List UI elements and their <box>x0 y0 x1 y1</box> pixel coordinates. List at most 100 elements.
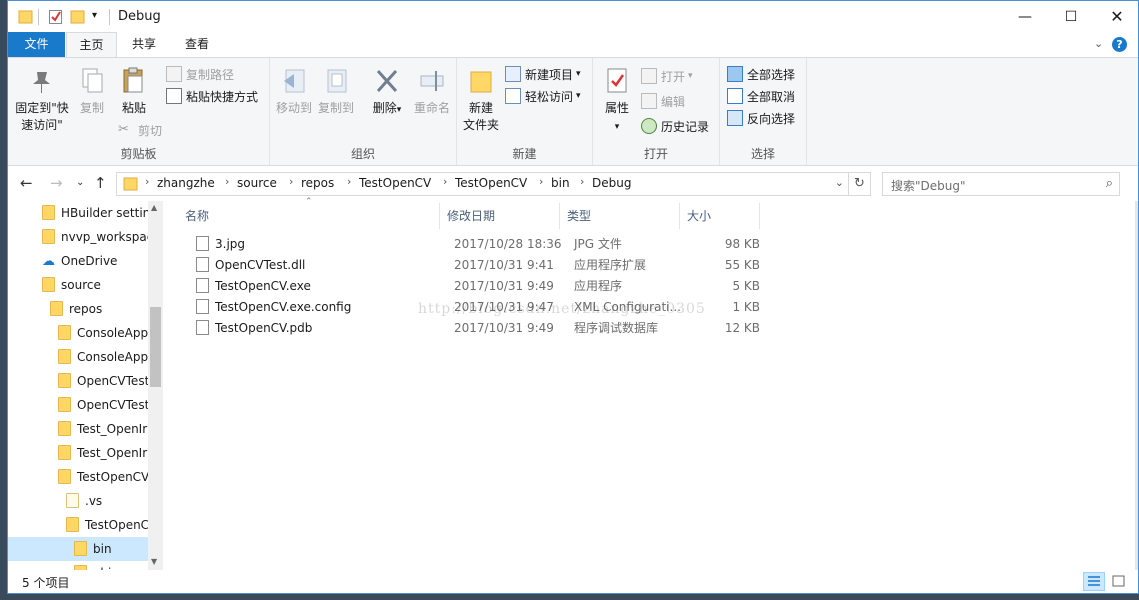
select-none-button[interactable]: 全部取消 <box>727 86 795 106</box>
table-row[interactable]: TestOpenCV.pdb 2017/10/31 9:49 程序调试数据库 12 K… <box>186 318 760 339</box>
address-dropdown-icon[interactable]: ⌄ <box>835 176 844 189</box>
new-item-button[interactable]: 新建项目 ▾ <box>505 64 581 84</box>
search-input[interactable]: 搜索"Debug" ⌕ <box>882 172 1120 196</box>
file-type-cell: 应用程序扩展 <box>574 258 647 272</box>
scroll-up-icon[interactable]: ▲ <box>151 203 157 212</box>
tab-view[interactable]: 查看 <box>174 32 220 57</box>
tree-item[interactable]: ☁ OneDrive <box>8 249 148 273</box>
select-all-button[interactable]: 全部选择 <box>727 64 795 84</box>
tree-item[interactable]: Test_OpenIr <box>8 441 148 465</box>
open-group-label: 打开 <box>643 147 668 161</box>
minimize-button[interactable]: — <box>1002 1 1048 32</box>
details-view-button[interactable] <box>1083 572 1105 591</box>
rename-button[interactable]: 重命名 <box>410 66 454 117</box>
file-name: OpenCVTest.dll <box>215 258 306 272</box>
tree-item[interactable]: TestOpenCV <box>8 465 148 489</box>
breadcrumb-item[interactable]: TestOpenCV <box>359 176 431 190</box>
paste-shortcut-button[interactable]: 粘贴快捷方式 <box>166 86 258 106</box>
large-icons-view-button[interactable] <box>1108 572 1130 591</box>
history-icon <box>641 118 657 134</box>
address-bar[interactable]: › zhangzhe › source › repos › TestOpenCV… <box>116 172 849 196</box>
copy-path-button[interactable]: 复制路径 <box>166 64 234 84</box>
paste-button[interactable]: 粘贴 <box>114 66 154 117</box>
open-button[interactable]: 打开 ▾ <box>641 66 693 86</box>
new-folder-icon <box>470 71 492 93</box>
tree-item[interactable]: TestOpenC <box>8 513 148 537</box>
folder-icon <box>42 205 55 220</box>
tree-item-label: Test_OpenIr <box>77 422 148 436</box>
tree-item[interactable]: bin <box>8 537 148 561</box>
tree-item[interactable]: OpenCVTest <box>8 369 148 393</box>
ribbon-tabs: 文件 主页 共享 查看 ⌄ ? <box>8 32 1138 58</box>
invert-selection-button[interactable]: 反向选择 <box>727 108 795 128</box>
properties-check-icon[interactable] <box>48 8 64 26</box>
tab-home[interactable]: 主页 <box>66 32 117 58</box>
table-row[interactable]: 3.jpg 2017/10/28 18:36 JPG 文件 98 KB <box>186 234 760 255</box>
breadcrumb-item[interactable]: zhangzhe <box>157 176 215 190</box>
scroll-thumb[interactable] <box>150 307 161 387</box>
ribbon-expand-icon[interactable]: ⌄ <box>1094 37 1103 50</box>
maximize-button[interactable]: ☐ <box>1048 1 1094 32</box>
properties-button[interactable]: 属性 ▾ <box>599 66 635 136</box>
copy-to-button[interactable]: 复制到 <box>316 66 356 117</box>
large-icons-view-icon <box>1112 575 1125 587</box>
ribbon: 固定到"快 速访问" 复制 粘贴 复制路径 粘贴快捷方式 ✂ 剪切 剪贴板 移动… <box>8 57 1138 166</box>
folder-icon <box>58 373 71 388</box>
new-group-label: 新建 <box>512 147 537 161</box>
new-folder-quick-icon[interactable] <box>70 8 86 26</box>
cut-button[interactable]: ✂ 剪切 <box>118 120 162 140</box>
tree-item[interactable]: HBuilder settin <box>8 201 148 225</box>
up-arrow-icon[interactable]: ↑ <box>94 174 107 192</box>
column-header-modified[interactable]: 修改日期 <box>440 203 560 229</box>
quick-access-dropdown-icon[interactable]: ▾ <box>92 10 97 28</box>
clipboard-group: 固定到"快 速访问" 复制 粘贴 复制路径 粘贴快捷方式 ✂ 剪切 剪贴板 <box>8 58 270 165</box>
nav-scrollbar[interactable]: ▲ ▼ <box>148 201 163 570</box>
breadcrumb-current[interactable]: Debug <box>592 176 631 190</box>
copy-button[interactable]: 复制 <box>74 66 110 117</box>
history-button[interactable]: 历史记录 <box>641 116 709 136</box>
refresh-icon[interactable]: ↻ <box>849 172 871 196</box>
breadcrumb-item[interactable]: source <box>237 176 277 190</box>
title-bar: ▾ Debug — ☐ ✕ <box>8 1 1138 32</box>
scroll-down-icon[interactable]: ▼ <box>151 557 157 566</box>
table-row[interactable]: OpenCVTest.dll 2017/10/31 9:41 应用程序扩展 55 KB <box>186 255 760 276</box>
tree-item[interactable]: .vs <box>8 489 148 513</box>
file-name: TestOpenCV.exe.config <box>215 300 352 314</box>
tree-item-label: HBuilder settin <box>61 206 148 220</box>
column-header-type[interactable]: 类型 <box>560 203 680 229</box>
file-type-cell: 应用程序 <box>574 279 623 293</box>
easy-access-button[interactable]: 轻松访问 ▾ <box>505 86 581 106</box>
tree-item[interactable]: repos <box>8 297 148 321</box>
new-folder-button[interactable]: 新建 文件夹 <box>461 66 501 134</box>
edit-icon <box>641 93 657 109</box>
forward-arrow-icon[interactable]: → <box>50 174 63 192</box>
tree-item[interactable]: OpenCVTest <box>8 393 148 417</box>
move-to-button[interactable]: 移动到 <box>274 66 314 117</box>
tab-file[interactable]: 文件 <box>8 32 65 57</box>
recent-locations-icon[interactable]: ⌄ <box>76 177 84 188</box>
tab-share[interactable]: 共享 <box>121 32 167 57</box>
dll-file-icon <box>196 257 209 272</box>
back-arrow-icon[interactable]: ← <box>20 174 33 192</box>
tree-item[interactable]: Test_OpenIr <box>8 417 148 441</box>
tree-item[interactable]: nvvp_workspac <box>8 225 148 249</box>
column-header-size[interactable]: 大小 <box>680 203 760 229</box>
breadcrumb-item[interactable]: repos <box>301 176 334 190</box>
close-button[interactable]: ✕ <box>1094 1 1138 32</box>
edit-button[interactable]: 编辑 <box>641 91 685 111</box>
delete-button[interactable]: 删除▾ <box>370 66 404 119</box>
tree-item[interactable]: source <box>8 273 148 297</box>
help-icon[interactable]: ? <box>1112 37 1127 52</box>
file-list: ⌃ 名称 修改日期 类型 大小 3.jpg 2017/10/28 18:36 JPG… <box>168 197 1138 570</box>
copy-label: 复制 <box>79 101 104 115</box>
watermark: http://blog.csdn.net/zhangzhe_0305 <box>418 301 706 317</box>
breadcrumb-item[interactable]: bin <box>551 176 570 190</box>
tree-item[interactable]: obj <box>8 561 148 570</box>
column-header-name[interactable]: 名称 <box>178 203 440 229</box>
pin-quick-access-button[interactable]: 固定到"快 速访问" <box>14 66 70 134</box>
table-row[interactable]: TestOpenCV.exe 2017/10/31 9:49 应用程序 5 KB <box>186 276 760 297</box>
file-name: 3.jpg <box>215 237 246 251</box>
tree-item[interactable]: ConsoleApp <box>8 345 148 369</box>
breadcrumb-item[interactable]: TestOpenCV <box>455 176 527 190</box>
tree-item[interactable]: ConsoleApp <box>8 321 148 345</box>
